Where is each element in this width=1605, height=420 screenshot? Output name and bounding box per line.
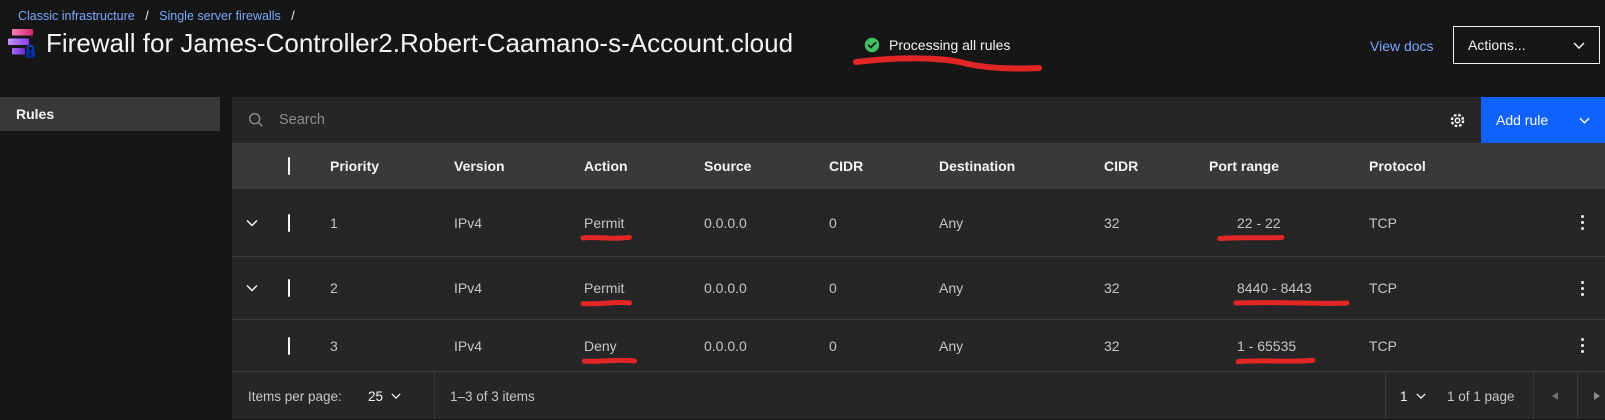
caret-right-icon [1593, 391, 1601, 401]
add-rule-label: Add rule [1496, 112, 1548, 128]
page-status-label: 1 of 1 page [1447, 372, 1515, 420]
gear-icon [1449, 112, 1466, 129]
cell-protocol: TCP [1355, 338, 1560, 354]
page-select[interactable]: 1 [1400, 372, 1426, 420]
cell-source-cidr: 0 [815, 280, 925, 296]
search-placeholder: Search [279, 112, 325, 128]
cell-destination-cidr: 32 [1090, 215, 1195, 231]
firewall-icon [6, 27, 36, 59]
cell-action: Permit [584, 215, 624, 231]
search-icon [248, 112, 264, 128]
cell-version: IPv4 [440, 338, 570, 354]
overflow-menu-button[interactable] [1560, 189, 1605, 256]
cell-priority: 3 [316, 338, 440, 354]
view-docs-link[interactable]: View docs [1370, 38, 1434, 54]
actions-dropdown-label: Actions... [1468, 37, 1526, 53]
previous-page-button[interactable] [1533, 372, 1577, 420]
page-title: Firewall for James-Controller2.Robert-Ca… [46, 28, 793, 59]
cell-destination-cidr: 32 [1090, 338, 1195, 354]
table-header-row: Priority Version Action Source CIDR Dest… [232, 143, 1605, 189]
checkmark-filled-icon [864, 37, 880, 53]
column-header-protocol: Protocol [1355, 158, 1560, 174]
cell-priority: 2 [316, 280, 440, 296]
cell-destination: Any [925, 338, 1090, 354]
cell-destination: Any [925, 215, 1090, 231]
status-badge: Processing all rules [864, 37, 1010, 53]
row-checkbox[interactable] [288, 337, 290, 355]
pagination-bar: Items per page: 25 1–3 of 3 items 1 1 of… [232, 371, 1605, 419]
breadcrumb-link-classic-infrastructure[interactable]: Classic infrastructure [18, 9, 135, 23]
cell-priority: 1 [316, 215, 440, 231]
caret-left-icon [1551, 391, 1559, 401]
next-page-button[interactable] [1577, 372, 1605, 420]
row-checkbox[interactable] [288, 214, 290, 232]
overflow-menu-button[interactable] [1560, 257, 1605, 319]
chevron-down-icon [1579, 117, 1590, 124]
chevron-down-icon [391, 393, 401, 399]
cell-source: 0.0.0.0 [690, 338, 815, 354]
annotation-underline [581, 299, 631, 307]
chevron-down-icon [1416, 393, 1426, 399]
chevron-down-icon [246, 219, 258, 227]
annotation-underline [581, 234, 631, 242]
column-header-source: Source [690, 158, 815, 174]
cell-version: IPv4 [440, 280, 570, 296]
pagination-divider [1385, 372, 1386, 419]
cell-protocol: TCP [1355, 215, 1560, 231]
settings-button[interactable] [1433, 97, 1481, 143]
table-row: 3 IPv4 Deny 0.0.0.0 0 Any 32 1 - 65535 T… [232, 320, 1605, 371]
cell-source: 0.0.0.0 [690, 280, 815, 296]
select-all-checkbox[interactable] [288, 157, 290, 175]
column-header-action: Action [570, 158, 690, 174]
sidebar-item-label: Rules [16, 106, 54, 122]
column-header-destination-cidr: CIDR [1090, 158, 1195, 174]
table-row: 1 IPv4 Permit 0.0.0.0 0 Any 32 22 - 22 T… [232, 189, 1605, 257]
actions-dropdown[interactable]: Actions... [1453, 26, 1600, 64]
column-header-port-range: Port range [1195, 158, 1355, 174]
pagination-range-label: 1–3 of 3 items [450, 372, 535, 420]
breadcrumb-separator: / [145, 9, 148, 23]
breadcrumb: Classic infrastructure / Single server f… [18, 9, 302, 23]
annotation-underline [1231, 299, 1352, 307]
items-per-page-label: Items per page: [248, 372, 342, 420]
status-label: Processing all rules [889, 37, 1010, 53]
pagination-divider [434, 372, 435, 419]
cell-port-range: 22 - 22 [1237, 215, 1281, 231]
cell-destination: Any [925, 280, 1090, 296]
items-per-page-select[interactable]: 25 [368, 372, 401, 420]
cell-action: Permit [584, 280, 624, 296]
page-header: Firewall for James-Controller2.Robert-Ca… [6, 27, 793, 59]
column-header-source-cidr: CIDR [815, 158, 925, 174]
cell-destination-cidr: 32 [1090, 280, 1195, 296]
cell-source: 0.0.0.0 [690, 215, 815, 231]
expand-row-button[interactable] [232, 219, 272, 227]
chevron-down-icon [246, 284, 258, 292]
column-header-destination: Destination [925, 158, 1090, 174]
rules-toolbar: Search Add rule [232, 97, 1605, 143]
cell-protocol: TCP [1355, 280, 1560, 296]
column-header-priority: Priority [316, 158, 440, 174]
rules-table-body: 1 IPv4 Permit 0.0.0.0 0 Any 32 22 - 22 T… [232, 189, 1605, 371]
annotation-underline [1235, 357, 1316, 365]
breadcrumb-link-single-server-firewalls[interactable]: Single server firewalls [159, 9, 281, 23]
sidebar-item-rules[interactable]: Rules [0, 97, 220, 131]
cell-version: IPv4 [440, 215, 570, 231]
expand-row-button[interactable] [232, 284, 272, 292]
cell-source-cidr: 0 [815, 215, 925, 231]
breadcrumb-separator: / [291, 9, 294, 23]
row-checkbox[interactable] [288, 279, 290, 297]
column-header-version: Version [440, 158, 570, 174]
search-input[interactable]: Search [232, 97, 1433, 143]
annotation-underline [1217, 234, 1285, 242]
annotation-underline-status [852, 55, 1044, 73]
cell-action: Deny [584, 338, 617, 354]
table-row: 2 IPv4 Permit 0.0.0.0 0 Any 32 8440 - 84… [232, 257, 1605, 320]
overflow-menu-button[interactable] [1560, 320, 1605, 371]
add-rule-button[interactable]: Add rule [1481, 97, 1605, 143]
cell-port-range: 1 - 65535 [1237, 338, 1296, 354]
annotation-underline [582, 357, 637, 365]
chevron-down-icon [1573, 42, 1585, 49]
cell-port-range: 8440 - 8443 [1237, 280, 1312, 296]
cell-source-cidr: 0 [815, 338, 925, 354]
